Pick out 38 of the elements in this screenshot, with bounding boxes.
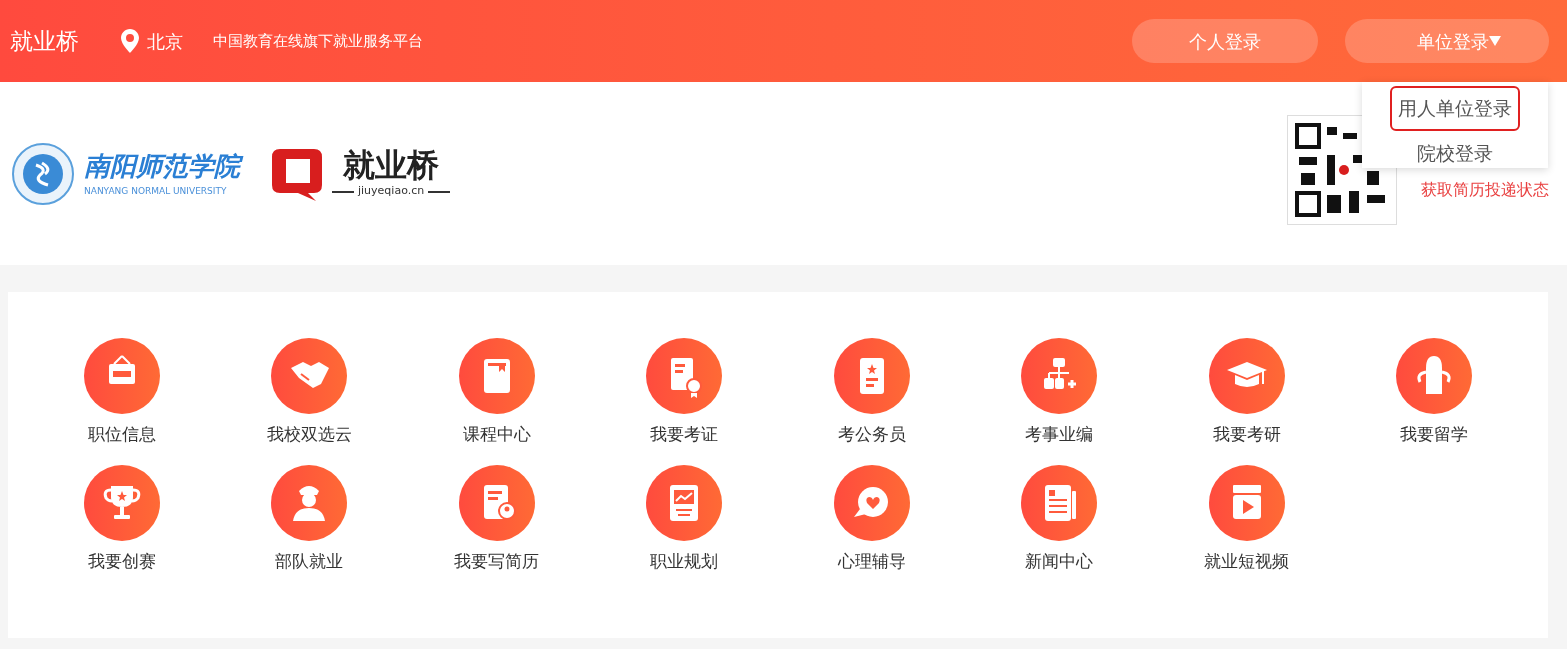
slogan: 中国教育在线旗下就业服务平台 xyxy=(213,30,423,52)
service-label[interactable]: 新闻中心 xyxy=(1025,549,1094,573)
chart-board-icon xyxy=(646,465,723,541)
service-label[interactable]: 我要考研 xyxy=(1212,422,1281,446)
book-icon xyxy=(458,338,535,414)
certificate-icon xyxy=(646,338,723,414)
service-label[interactable]: 我要写简历 xyxy=(454,549,540,573)
newspaper-icon xyxy=(1021,465,1098,541)
service-label[interactable]: 就业短视频 xyxy=(1204,549,1290,573)
location-pin-icon xyxy=(121,29,139,53)
job-sign-icon xyxy=(83,338,160,414)
service-label[interactable]: 部队就业 xyxy=(275,549,344,573)
service-label[interactable]: 职业规划 xyxy=(650,549,719,573)
service-label[interactable]: 我要留学 xyxy=(1400,422,1469,446)
person-arms-icon xyxy=(1396,338,1473,414)
graduation-cap-icon xyxy=(1208,338,1285,414)
service-label[interactable]: 考公务员 xyxy=(837,422,906,446)
platform-domain: jiuyeqiao.cn xyxy=(358,183,425,200)
trophy-icon xyxy=(83,465,160,541)
university-english-name: NANYANG NORMAL UNIVERSITY xyxy=(84,185,228,197)
service-label[interactable]: 课程中心 xyxy=(462,422,531,446)
video-clip-icon xyxy=(1208,465,1285,541)
menu-item[interactable]: 用人单位登录 xyxy=(1390,86,1520,131)
service-label[interactable]: 我校双选云 xyxy=(266,422,352,446)
menu-item[interactable]: 院校登录 xyxy=(1409,130,1501,175)
service-label[interactable]: 我要创赛 xyxy=(87,549,156,573)
platform-logo-name: 就业桥 xyxy=(343,147,440,184)
org-chart-icon xyxy=(1021,338,1098,414)
service-label[interactable]: 我要考证 xyxy=(650,422,719,446)
handshake-icon xyxy=(271,338,348,414)
service-label[interactable]: 职位信息 xyxy=(87,422,156,446)
resume-icon xyxy=(458,465,535,541)
officer-icon xyxy=(271,465,348,541)
resume-status-link[interactable]: 获取简历投递状态 xyxy=(1421,178,1549,202)
caret-icon xyxy=(1489,36,1501,46)
service-label[interactable]: 考事业编 xyxy=(1025,422,1094,446)
service-label[interactable]: 心理辅导 xyxy=(837,549,906,573)
university-emblem-icon xyxy=(12,142,74,205)
